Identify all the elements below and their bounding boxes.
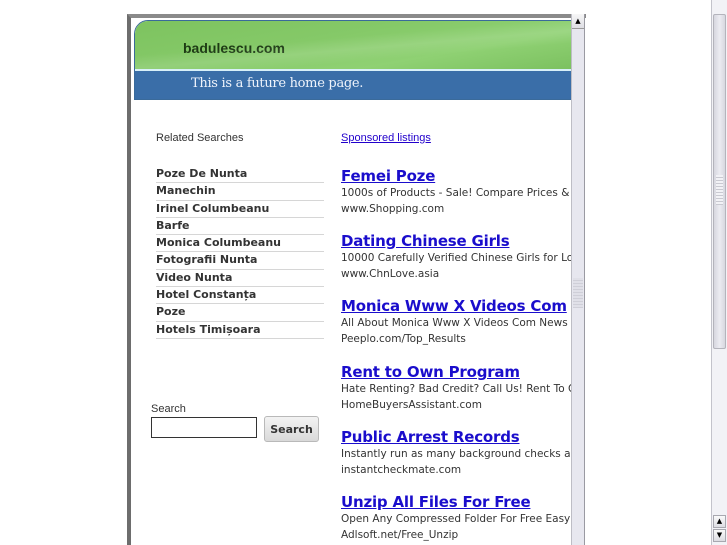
- tagline-bar: This is a future home page.: [135, 71, 572, 99]
- tagline: This is a future home page.: [191, 76, 364, 91]
- ad-description: Instantly run as many background checks …: [341, 448, 576, 460]
- related-search-link[interactable]: Poze De Nunta: [156, 166, 324, 184]
- scrollbar-thumb[interactable]: [573, 278, 583, 308]
- related-search-link[interactable]: Monica Columbeanu: [156, 235, 324, 253]
- search-input[interactable]: [151, 417, 257, 438]
- related-search-link[interactable]: Manechin: [156, 183, 324, 201]
- ad-description: 10000 Carefully Verified Chinese Girls f…: [341, 252, 576, 264]
- ad-title-link[interactable]: Dating Chinese Girls: [341, 232, 576, 250]
- page-frame: badulescu.com This is a future home page…: [127, 14, 586, 545]
- ad-url[interactable]: HomeBuyersAssistant.com: [341, 397, 576, 413]
- related-search-link[interactable]: Poze: [156, 304, 324, 322]
- search-label: Search: [151, 403, 186, 415]
- related-search-link[interactable]: Barfe: [156, 218, 324, 236]
- related-search-link[interactable]: Video Nunta: [156, 270, 324, 288]
- related-searches-list: Poze De Nunta Manechin Irinel Columbeanu…: [156, 166, 324, 339]
- ad-url[interactable]: www.Shopping.com: [341, 201, 576, 217]
- ad-listing: Dating Chinese Girls 10000 Carefully Ver…: [341, 232, 576, 282]
- ad-title-link[interactable]: Rent to Own Program: [341, 363, 576, 381]
- ad-title-link[interactable]: Femei Poze: [341, 167, 576, 185]
- related-search-link[interactable]: Hotels Timișoara: [156, 322, 324, 339]
- ad-description: Open Any Compressed Folder For Free Easy…: [341, 513, 576, 525]
- site-name: badulescu.com: [183, 40, 285, 56]
- scroll-up-arrow-icon[interactable]: ▲: [713, 515, 726, 528]
- ad-listing: Monica Www X Videos Com All About Monica…: [341, 297, 576, 347]
- ad-description: Hate Renting? Bad Credit? Call Us! Rent …: [341, 383, 576, 395]
- header-banner: badulescu.com: [135, 21, 572, 71]
- scroll-up-arrow-icon[interactable]: ▲: [572, 14, 584, 29]
- ad-listing: Rent to Own Program Hate Renting? Bad Cr…: [341, 363, 576, 413]
- ad-listing: Femei Poze 1000s of Products - Sale! Com…: [341, 167, 576, 217]
- scrollbar-thumb[interactable]: [713, 14, 726, 349]
- related-search-link[interactable]: Hotel Constanța: [156, 287, 324, 305]
- frame-scrollbar[interactable]: ▲: [571, 14, 585, 545]
- ad-url[interactable]: Adlsoft.net/Free_Unzip: [341, 527, 576, 543]
- search-button[interactable]: Search: [264, 416, 319, 442]
- ad-url[interactable]: instantcheckmate.com: [341, 462, 576, 478]
- site-header: badulescu.com This is a future home page…: [134, 20, 573, 100]
- ad-description: All About Monica Www X Videos Com News a…: [341, 317, 576, 329]
- scroll-down-arrow-icon[interactable]: ▼: [713, 529, 726, 542]
- ad-title-link[interactable]: Unzip All Files For Free: [341, 493, 576, 511]
- ad-url[interactable]: Peeplo.com/Top_Results: [341, 331, 576, 347]
- ad-title-link[interactable]: Monica Www X Videos Com: [341, 297, 576, 315]
- sponsored-listings-link[interactable]: Sponsored listings: [341, 132, 431, 144]
- ad-listing: Public Arrest Records Instantly run as m…: [341, 428, 576, 478]
- ad-url[interactable]: www.ChnLove.asia: [341, 266, 576, 282]
- ad-listing: Unzip All Files For Free Open Any Compre…: [341, 493, 576, 543]
- ad-title-link[interactable]: Public Arrest Records: [341, 428, 576, 446]
- related-search-link[interactable]: Irinel Columbeanu: [156, 201, 324, 218]
- related-searches-title: Related Searches: [156, 132, 244, 144]
- ad-description: 1000s of Products - Sale! Compare Prices…: [341, 187, 576, 199]
- related-search-link[interactable]: Fotografii Nunta: [156, 252, 324, 270]
- scrollbar-grip-icon: [716, 175, 723, 205]
- page-scrollbar[interactable]: ▲ ▼: [711, 0, 727, 545]
